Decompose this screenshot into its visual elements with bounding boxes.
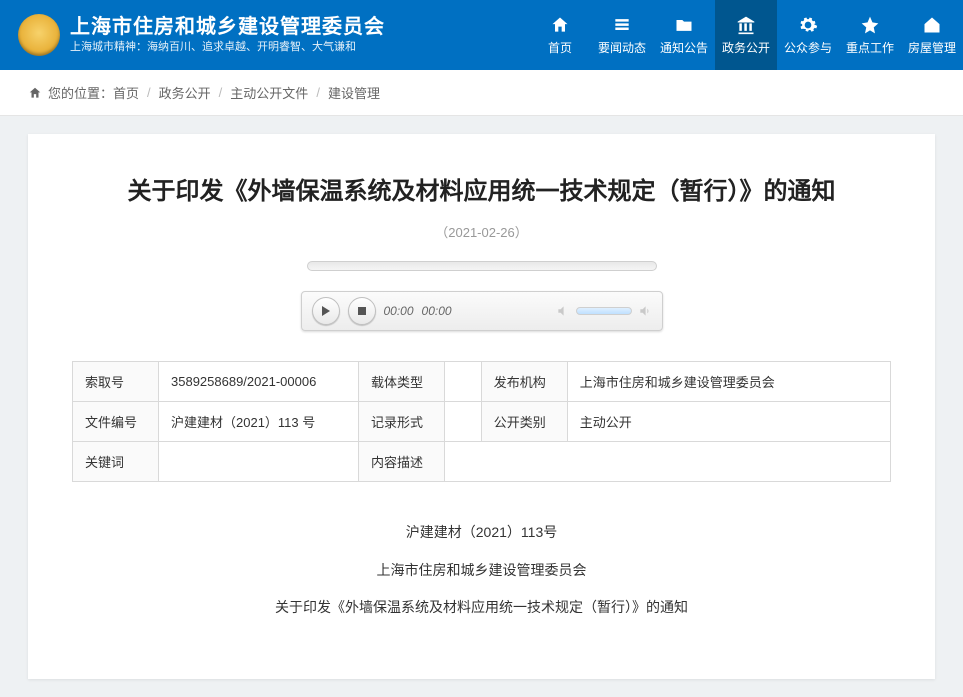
nav-label: 公众参与 [784, 39, 832, 56]
nav-label: 重点工作 [846, 39, 894, 56]
nav-notice[interactable]: 通知公告 [653, 0, 715, 70]
article-body: 沪建建材（2021）113号 上海市住房和城乡建设管理委员会 关于印发《外墙保温… [72, 516, 891, 625]
crumb-sep: / [316, 85, 320, 100]
table-row: 文件编号 沪建建材（2021）113 号 记录形式 公开类别 主动公开 [73, 402, 891, 442]
meta-label-doc-no: 文件编号 [73, 402, 159, 442]
crumb-sep: / [147, 85, 151, 100]
audio-time-current: 00:00 [384, 304, 414, 318]
meta-label-keyword: 关键词 [73, 442, 159, 482]
play-icon [321, 306, 331, 316]
meta-label-open-type: 公开类别 [481, 402, 567, 442]
stop-icon [357, 306, 367, 316]
nav-label: 要闻动态 [598, 39, 646, 56]
article-date: （2021-02-26） [72, 222, 891, 241]
site-header: 上海市住房和城乡建设管理委员会 上海城市精神：海纳百川、追求卓越、开明睿智、大气… [0, 0, 963, 70]
audio-seek-bar[interactable] [307, 261, 657, 271]
breadcrumb: 您的位置： 首页 / 政务公开 / 主动公开文件 / 建设管理 [0, 70, 963, 116]
audio-stop-button[interactable] [348, 297, 376, 325]
article-meta-table: 索取号 3589258689/2021-00006 载体类型 发布机构 上海市住… [72, 361, 891, 482]
site-emblem-icon [18, 14, 60, 56]
table-row: 关键词 内容描述 [73, 442, 891, 482]
table-row: 索取号 3589258689/2021-00006 载体类型 发布机构 上海市住… [73, 362, 891, 402]
star-icon [860, 15, 880, 35]
breadcrumb-prefix: 您的位置： [48, 83, 113, 102]
house-icon [922, 15, 942, 35]
body-line: 关于印发《外墙保温系统及材料应用统一技术规定（暂行）》的通知 [72, 591, 891, 625]
folder-icon [674, 15, 694, 35]
meta-label-carrier: 载体类型 [359, 362, 445, 402]
meta-label-index-no: 索取号 [73, 362, 159, 402]
meta-value-open-type: 主动公开 [567, 402, 890, 442]
body-line: 沪建建材（2021）113号 [72, 516, 891, 550]
speaker-icon[interactable] [638, 304, 652, 318]
site-title-block: 上海市住房和城乡建设管理委员会 上海城市精神：海纳百川、追求卓越、开明睿智、大气… [70, 15, 385, 54]
meta-label-desc: 内容描述 [359, 442, 445, 482]
meta-value-publisher: 上海市住房和城乡建设管理委员会 [567, 362, 890, 402]
body-line: 上海市住房和城乡建设管理委员会 [72, 554, 891, 588]
meta-value-carrier [445, 362, 482, 402]
crumb-gov-open[interactable]: 政务公开 [159, 83, 211, 102]
nav-label: 通知公告 [660, 39, 708, 56]
crumb-construction-mgmt[interactable]: 建设管理 [328, 83, 380, 102]
nav-home[interactable]: 首页 [529, 0, 591, 70]
crumb-home[interactable]: 首页 [113, 83, 139, 102]
gear-icon [798, 15, 818, 35]
nav-news[interactable]: 要闻动态 [591, 0, 653, 70]
nav-label: 首页 [548, 39, 572, 56]
audio-play-button[interactable] [312, 297, 340, 325]
article-card: 关于印发《外墙保温系统及材料应用统一技术规定（暂行）》的通知 （2021-02-… [28, 134, 935, 679]
nav-gov-open[interactable]: 政务公开 [715, 0, 777, 70]
logo-block: 上海市住房和城乡建设管理委员会 上海城市精神：海纳百川、追求卓越、开明睿智、大气… [18, 14, 385, 56]
nav-public[interactable]: 公众参与 [777, 0, 839, 70]
meta-label-publisher: 发布机构 [481, 362, 567, 402]
list-icon [612, 15, 632, 35]
main-nav: 首页 要闻动态 通知公告 政务公开 公众参与 重点工作 房屋管理 [529, 0, 963, 70]
nav-housing[interactable]: 房屋管理 [901, 0, 963, 70]
meta-value-doc-no: 沪建建材（2021）113 号 [159, 402, 359, 442]
meta-value-keyword [159, 442, 359, 482]
volume-slider[interactable] [576, 307, 632, 315]
crumb-active-disclosure[interactable]: 主动公开文件 [230, 83, 308, 102]
nav-label: 房屋管理 [908, 39, 956, 56]
home-icon [550, 15, 570, 35]
meta-value-index-no: 3589258689/2021-00006 [159, 362, 359, 402]
meta-label-record: 记录形式 [359, 402, 445, 442]
article-title: 关于印发《外墙保温系统及材料应用统一技术规定（暂行）》的通知 [72, 174, 891, 210]
audio-player: 00:00 00:00 [301, 261, 663, 331]
site-title: 上海市住房和城乡建设管理委员会 [70, 15, 385, 39]
gov-building-icon [736, 15, 756, 35]
nav-label: 政务公开 [722, 39, 770, 56]
site-subtitle: 上海城市精神：海纳百川、追求卓越、开明睿智、大气谦和 [70, 41, 385, 54]
nav-key-work[interactable]: 重点工作 [839, 0, 901, 70]
audio-time-total: 00:00 [422, 304, 452, 318]
meta-value-record [445, 402, 482, 442]
breadcrumb-home-icon [28, 86, 42, 100]
crumb-sep: / [219, 85, 223, 100]
meta-value-desc [445, 442, 891, 482]
speaker-mute-icon[interactable] [556, 304, 570, 318]
